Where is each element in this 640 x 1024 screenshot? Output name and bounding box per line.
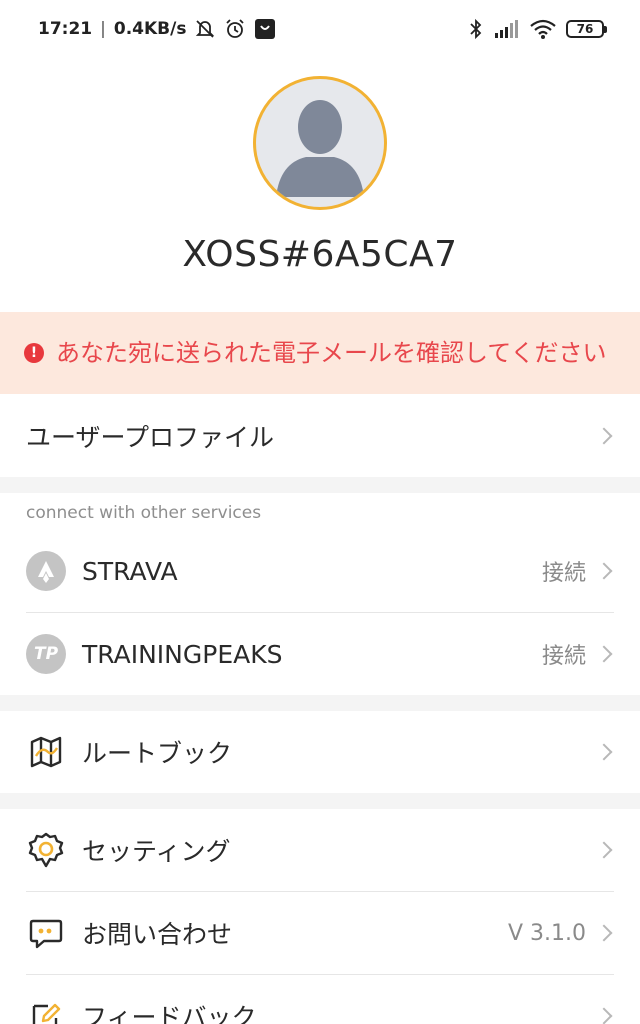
gear-icon: [26, 830, 66, 870]
trainingpeaks-row[interactable]: TP TRAININGPEAKS 接続: [0, 613, 640, 695]
strava-label: STRAVA: [82, 556, 178, 586]
trainingpeaks-label: TRAININGPEAKS: [82, 639, 283, 669]
user-profile-row[interactable]: ユーザープロファイル: [0, 395, 640, 477]
alert-message: あなた宛に送られた電子メールを確認してください: [56, 339, 607, 367]
routebook-row[interactable]: ルートブック: [0, 711, 640, 793]
settings-label: セッティング: [82, 837, 231, 866]
chevron-right-icon: [595, 1007, 613, 1024]
feedback-row[interactable]: フィードバック: [0, 975, 640, 1024]
section-gap: [0, 695, 640, 711]
connect-services-title: connect with other services: [26, 503, 262, 523]
chevron-right-icon: [595, 924, 613, 942]
feedback-label: フィードバック: [82, 1003, 257, 1024]
section-gap: [0, 793, 640, 809]
edit-note-icon: [26, 996, 66, 1024]
default-user-icon: [276, 100, 364, 197]
signal-icon: [495, 20, 518, 38]
battery-level: 76: [576, 22, 594, 36]
strava-logo-icon: [26, 551, 66, 591]
routebook-label: ルートブック: [82, 739, 233, 768]
app-version: V 3.1.0: [507, 920, 586, 946]
username: XOSS#6A5CA7: [182, 234, 458, 275]
strava-connect-status[interactable]: 接続: [542, 555, 586, 587]
status-network-speed: 0.4KB/s: [113, 19, 187, 39]
battery-indicator: 76: [566, 20, 607, 38]
trainingpeaks-connect-status[interactable]: 接続: [542, 638, 586, 670]
chevron-right-icon: [595, 562, 613, 580]
status-time: 17:21: [38, 19, 93, 39]
user-profile-label: ユーザープロファイル: [26, 423, 275, 452]
settings-row[interactable]: セッティング: [0, 809, 640, 891]
bluetooth-icon: [470, 18, 482, 40]
alarm-clock-icon: [226, 19, 245, 38]
contact-row[interactable]: お問い合わせ V 3.1.0: [0, 892, 640, 974]
status-separator: |: [100, 19, 106, 39]
avatar[interactable]: [253, 76, 387, 210]
strava-row[interactable]: STRAVA 接続: [0, 530, 640, 612]
status-bar-left: 17:21 | 0.4KB/s: [38, 18, 276, 40]
status-bar: 17:21 | 0.4KB/s 76: [0, 0, 640, 58]
status-bar-right: 76: [468, 18, 607, 40]
alert-icon: !: [24, 343, 44, 363]
shopping-bag-icon: [255, 19, 276, 39]
section-gap: [0, 477, 640, 493]
map-icon: [26, 732, 66, 772]
trainingpeaks-logo-icon: TP: [26, 634, 66, 674]
profile-header: XOSS#6A5CA7: [0, 76, 640, 275]
mute-bell-icon: [196, 20, 215, 38]
chevron-right-icon: [595, 427, 613, 445]
chevron-right-icon: [595, 645, 613, 663]
email-verification-banner[interactable]: ! あなた宛に送られた電子メールを確認してください: [0, 312, 640, 394]
chat-bubble-icon: [26, 913, 66, 953]
chevron-right-icon: [595, 841, 613, 859]
contact-label: お問い合わせ: [82, 920, 233, 949]
wifi-icon: [530, 19, 556, 39]
chevron-right-icon: [595, 743, 613, 761]
